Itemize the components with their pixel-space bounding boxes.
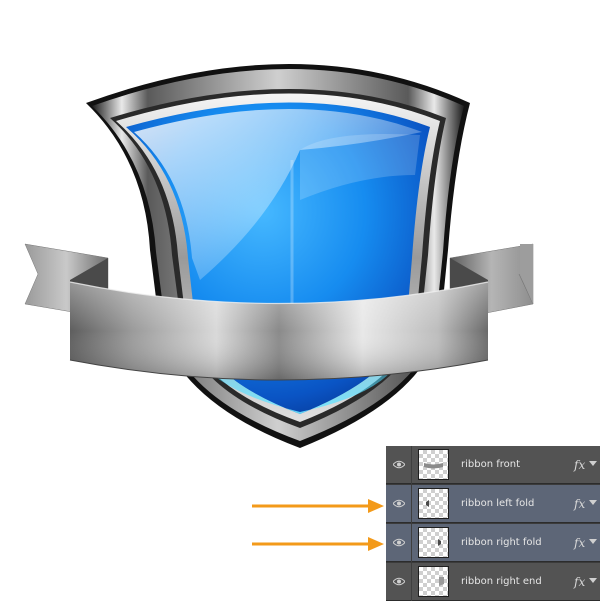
layer-name: ribbon left fold	[461, 498, 535, 509]
layer-thumbnail	[418, 527, 449, 558]
layer-thumbnail	[418, 488, 449, 519]
expand-effects-icon[interactable]	[589, 500, 597, 505]
expand-effects-icon[interactable]	[589, 539, 597, 544]
eye-icon	[393, 460, 405, 469]
layer-row-ribbon-right-end[interactable]: ribbon right end fx	[386, 563, 600, 601]
layer-effects-icon[interactable]: fx	[574, 446, 585, 484]
layer-name: ribbon right fold	[461, 537, 542, 548]
layer-visibility-toggle[interactable]	[386, 563, 412, 601]
layer-effects-icon[interactable]: fx	[574, 485, 585, 523]
layer-effects-icon[interactable]: fx	[574, 524, 585, 562]
layer-thumbnail	[418, 449, 449, 480]
layer-name: ribbon front	[461, 459, 521, 470]
eye-icon	[393, 499, 405, 508]
layer-thumbnail	[418, 566, 449, 597]
layer-visibility-toggle[interactable]	[386, 485, 412, 523]
layer-row-ribbon-front[interactable]: ribbon front fx	[386, 446, 600, 484]
expand-effects-icon[interactable]	[589, 461, 597, 466]
layer-effects-icon[interactable]: fx	[574, 563, 585, 601]
layer-visibility-toggle[interactable]	[386, 446, 412, 484]
eye-icon	[393, 538, 405, 547]
layer-name: ribbon right end	[461, 576, 542, 587]
eye-icon	[393, 577, 405, 586]
arrow-right-fold-icon	[252, 537, 384, 551]
layers-panel: ribbon front fx ribbon left fold fx ribb…	[386, 446, 600, 601]
expand-effects-icon[interactable]	[589, 578, 597, 583]
layer-row-ribbon-right-fold[interactable]: ribbon right fold fx	[386, 524, 600, 562]
layer-visibility-toggle[interactable]	[386, 524, 412, 562]
arrow-left-fold-icon	[252, 499, 384, 513]
layer-row-ribbon-left-fold[interactable]: ribbon left fold fx	[386, 485, 600, 523]
